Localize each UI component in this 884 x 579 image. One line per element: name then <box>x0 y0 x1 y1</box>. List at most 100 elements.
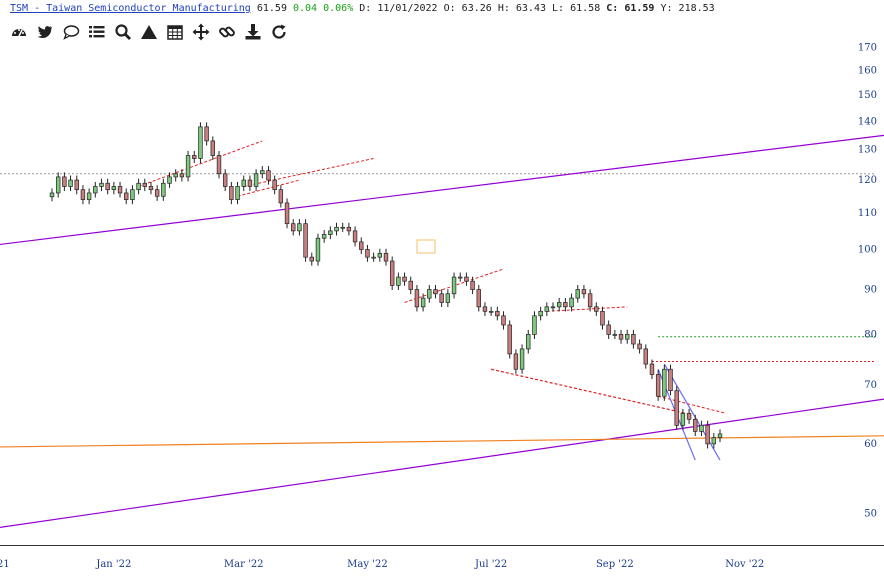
y-tick-label: 120 <box>858 175 877 186</box>
x-tick-label: Sep '22 <box>596 559 634 570</box>
price-chart[interactable]: 170 160 150 140 130 120 110 100 90 80 70 60 50 Nov '… <box>0 0 884 579</box>
candle <box>538 306 543 321</box>
candle <box>389 256 395 290</box>
y-tick-label: 100 <box>858 244 877 255</box>
candle <box>637 339 642 354</box>
y-tick-label: 90 <box>864 285 877 296</box>
candlesticks <box>49 122 723 449</box>
candle <box>111 181 117 195</box>
comment-icon[interactable] <box>60 22 82 42</box>
candle <box>476 285 481 312</box>
volume-value: 218.53 <box>678 3 715 14</box>
candle <box>315 233 321 266</box>
candle <box>717 429 723 443</box>
candle <box>86 188 92 205</box>
candle <box>513 349 519 374</box>
chart-toolbar <box>8 22 290 42</box>
candle <box>587 289 593 312</box>
candle <box>321 229 327 243</box>
candle <box>674 386 679 430</box>
candle <box>74 175 79 195</box>
move-icon[interactable] <box>190 22 212 42</box>
dashboard-icon[interactable] <box>8 22 30 42</box>
candle <box>117 181 123 198</box>
candle <box>581 285 587 299</box>
high-value: 63.43 <box>515 3 546 14</box>
candle <box>427 285 432 303</box>
candle <box>142 178 147 192</box>
candle <box>173 169 178 182</box>
candle <box>414 285 420 312</box>
candle <box>278 185 284 208</box>
y-tick-label: 110 <box>858 208 877 219</box>
twitter-icon[interactable] <box>34 22 56 42</box>
candle <box>600 306 605 330</box>
candle <box>198 122 203 164</box>
reference-levels <box>0 173 876 362</box>
annotation-box[interactable] <box>416 239 436 254</box>
candle <box>309 252 314 266</box>
candle <box>402 272 407 286</box>
symbol-link[interactable]: TSM - Taiwan Semiconductor Manufacturing <box>10 3 251 14</box>
candle <box>179 169 185 182</box>
trendline <box>658 395 727 414</box>
date-label: D: <box>359 3 372 14</box>
candle <box>470 276 475 295</box>
calendar-icon[interactable] <box>164 22 186 42</box>
link-icon[interactable] <box>216 22 238 42</box>
candle <box>482 302 488 316</box>
candle <box>618 329 624 344</box>
last-price: 61.59 <box>256 3 287 14</box>
candle <box>488 306 494 316</box>
candle <box>136 178 141 195</box>
candle <box>662 364 667 401</box>
close-value: 61.59 <box>624 3 655 14</box>
candle <box>625 329 630 344</box>
candle <box>55 172 61 198</box>
y-tick-label: 80 <box>864 329 877 340</box>
candle <box>556 297 562 312</box>
candle <box>396 272 401 290</box>
candle <box>328 226 333 240</box>
candle <box>655 369 661 401</box>
candle <box>569 293 574 312</box>
candle <box>532 311 537 339</box>
list-icon[interactable] <box>86 22 108 42</box>
candle <box>445 289 451 308</box>
candle <box>340 222 345 232</box>
candle <box>451 272 457 299</box>
candle <box>235 181 240 205</box>
candle <box>359 237 364 255</box>
candle <box>519 344 525 374</box>
warning-icon[interactable] <box>138 22 160 42</box>
candle <box>371 252 376 262</box>
low-value: 61.58 <box>570 3 601 14</box>
y-tick-label: 70 <box>864 380 877 391</box>
x-tick-label: Jul '22 <box>474 559 507 570</box>
y-tick-label: 60 <box>864 439 877 450</box>
x-tick-label: Jan '22 <box>95 559 131 570</box>
open-value: 63.26 <box>461 3 492 14</box>
candle <box>253 169 259 192</box>
candle <box>458 272 463 282</box>
candle <box>346 222 352 236</box>
candle <box>210 136 216 161</box>
candle <box>124 188 129 205</box>
candle <box>550 302 556 312</box>
candle <box>433 285 438 299</box>
candle <box>575 285 580 303</box>
candle <box>544 302 550 316</box>
candle <box>247 175 253 192</box>
refresh-icon[interactable] <box>268 22 290 42</box>
candle <box>606 320 611 339</box>
candle <box>303 219 308 262</box>
candle <box>501 311 506 330</box>
search-icon[interactable] <box>112 22 134 42</box>
candle <box>334 222 339 236</box>
x-tick-label: Nov '21 <box>0 559 10 570</box>
candle <box>284 198 290 229</box>
candle <box>631 329 636 349</box>
download-icon[interactable] <box>242 22 264 42</box>
y-tick-label: 50 <box>864 508 877 519</box>
candle <box>612 329 618 339</box>
